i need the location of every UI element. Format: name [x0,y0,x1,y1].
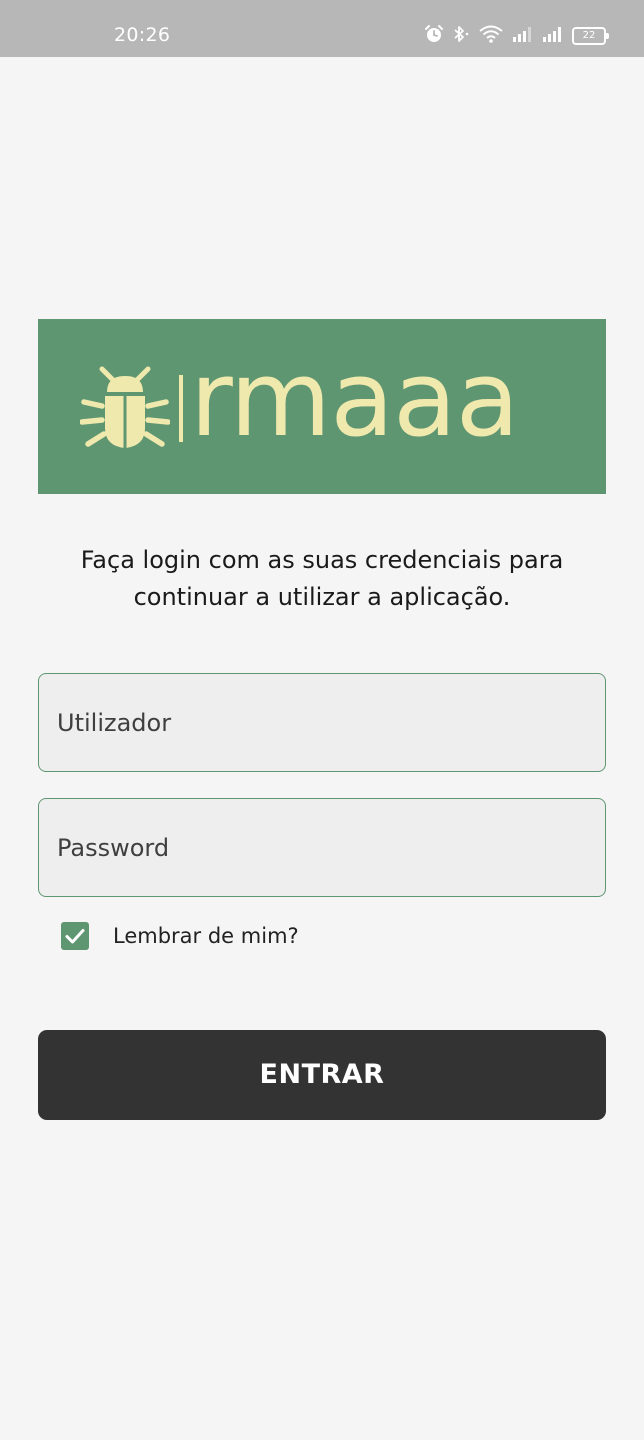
password-input[interactable] [39,799,605,896]
battery-icon: 22 [572,27,609,45]
logo-text: rmaaa [190,338,519,460]
status-time: 20:26 [114,24,171,46]
username-input[interactable] [39,674,605,771]
status-bar: 20:26 22 [0,0,644,57]
bluetooth-icon [452,24,470,48]
login-button[interactable]: ENTRAR [38,1030,606,1120]
signal-icon [542,25,564,47]
status-icons: 22 [424,24,609,48]
bug-icon [80,366,170,448]
alarm-icon [424,24,444,48]
check-icon [65,929,85,944]
remember-checkbox[interactable] [61,922,89,950]
intro-text: Faça login com as suas credenciais para … [80,546,564,611]
username-field[interactable] [38,673,606,772]
logo-separator [179,375,183,442]
wifi-icon [478,24,504,48]
signal-icon [512,25,534,47]
remember-label[interactable]: Lembrar de mim? [113,921,299,951]
password-field[interactable] [38,798,606,897]
